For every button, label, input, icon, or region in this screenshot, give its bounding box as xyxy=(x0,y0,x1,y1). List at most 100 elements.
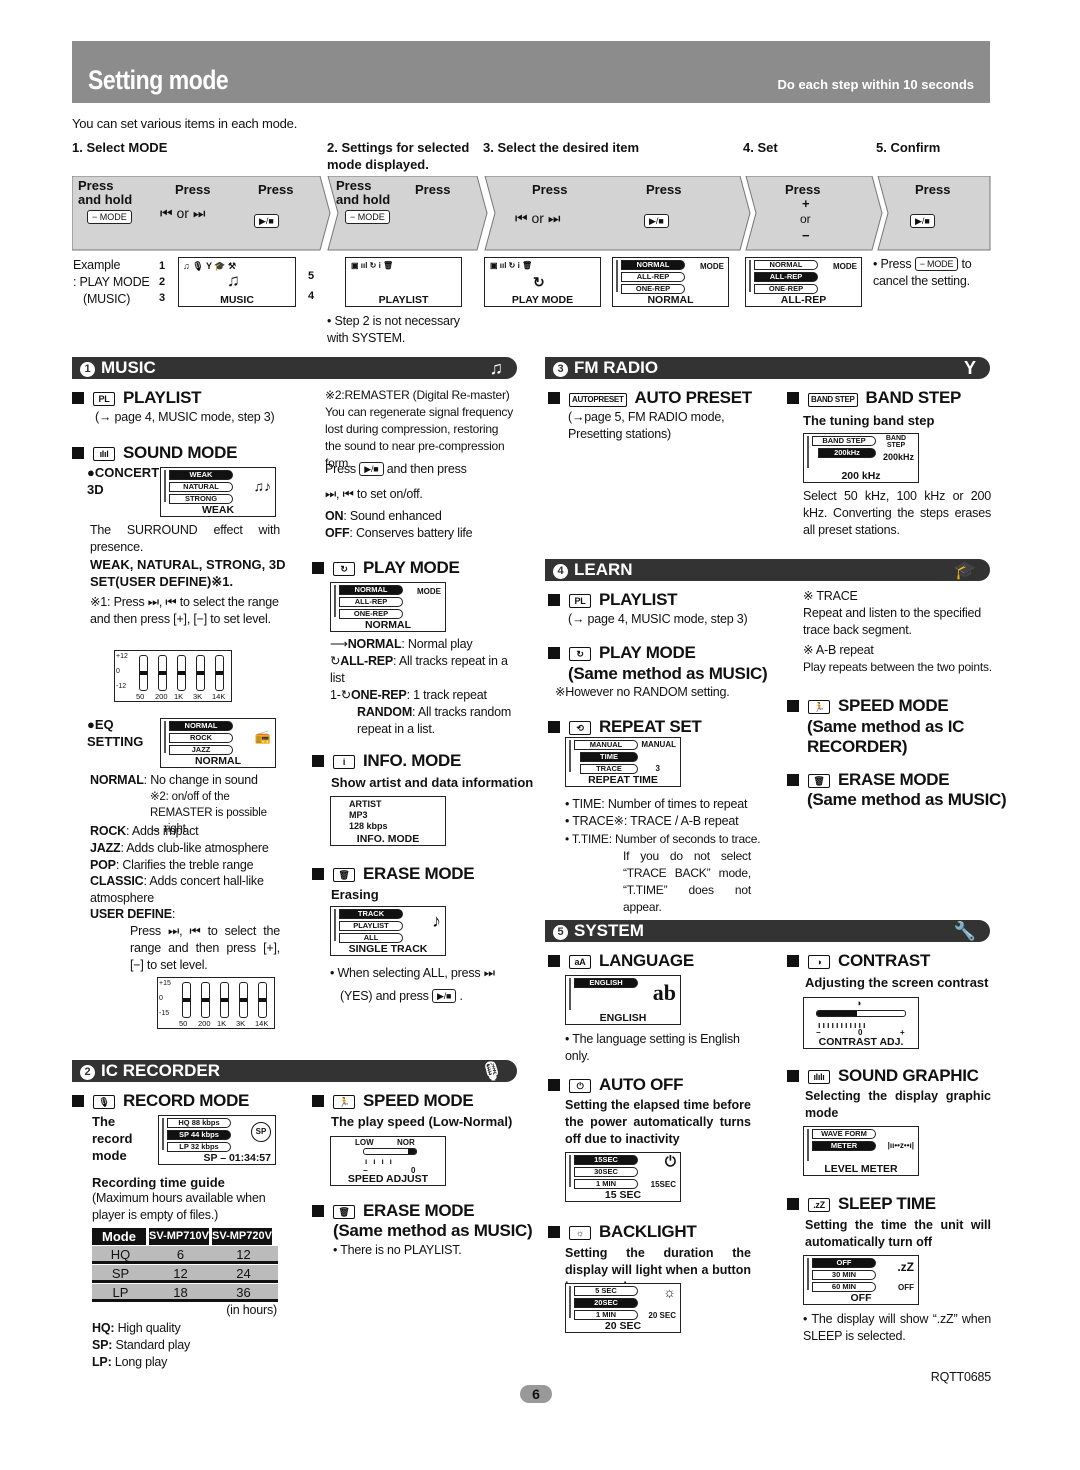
minus-key[interactable]: − xyxy=(802,228,810,243)
trash-icon: 🗑 xyxy=(333,868,355,882)
table-row: LP 18 36 xyxy=(92,1284,278,1302)
playmode-onerep: 1-↻ONE-REP: 1 track repeat xyxy=(330,688,487,702)
ic-speed-heading: 🏃 SPEED MODE xyxy=(312,1091,474,1111)
lcd-sound-graphic: WAVE FORM METER |ıı••z••ı| LEVEL METER xyxy=(803,1126,919,1176)
sleep-time-heading: .zZ SLEEP TIME xyxy=(787,1194,936,1214)
lcd-set: NORMAL ALL-REP ONE-REP MODE NORMAL xyxy=(612,257,729,307)
sound-mode-heading: ılıl SOUND MODE xyxy=(72,443,237,463)
confirm-note: • Press − MODE to cancel the setting. xyxy=(873,257,972,288)
music-playmode-heading: ↻ PLAY MODE xyxy=(312,558,460,578)
plus-key[interactable]: + xyxy=(802,196,810,211)
music-playlist-sub: (→ page 4, MUSIC mode, step 3) xyxy=(95,410,275,424)
section-learn: 4 LEARN 🎓 xyxy=(545,559,990,581)
learn-playlist-heading: PL PLAYLIST xyxy=(548,590,678,610)
press-label: Press xyxy=(258,182,294,197)
user-define-text: Press ⏭, ⏮ to select the range and then … xyxy=(130,924,280,972)
eq-level-label: +12 xyxy=(116,653,128,660)
trash-icon: 🗑 xyxy=(333,1205,355,1219)
music-note-icon: ♫ xyxy=(227,271,240,290)
music-erase-heading: 🗑 ERASE MODE xyxy=(312,864,475,884)
or-label: or xyxy=(800,212,811,226)
language-note: • The language setting is English only. xyxy=(565,1032,740,1063)
repeat-bullet: • TIME: Number of times to repeat xyxy=(565,797,748,811)
eq-rock: ROCK: Adds impact xyxy=(90,824,199,838)
page-title: Setting mode xyxy=(88,65,229,95)
hq-def: HQ: High quality xyxy=(92,1321,181,1335)
press-hold-label: Press and hold xyxy=(78,178,133,207)
eq-level-label: +15 xyxy=(159,980,171,987)
doc-code: RQTT0685 xyxy=(930,1370,991,1384)
auto-preset-heading: AUTOPRESET AUTO PRESET xyxy=(548,388,752,408)
lcd-playlist: ▣ ııl ↻ i 🗑 PLAYLIST xyxy=(345,257,462,307)
callouts-right: 54 xyxy=(308,270,315,302)
lcd-language: ENGLISH ab ENGLISH xyxy=(565,975,681,1025)
power-icon: ⏻ xyxy=(569,1079,591,1093)
contrast-heading: ◑ CONTRAST xyxy=(787,951,930,971)
eq-band-slider xyxy=(201,982,210,1018)
mode-key[interactable]: − MODE xyxy=(345,210,390,224)
lcd-contrast: ◑ ııııııııııı −0 + CONTRAST ADJ. xyxy=(803,997,919,1049)
music-playlist-heading: PL PLAYLIST xyxy=(72,388,202,408)
ic-speed-sub: The play speed (Low-Normal) xyxy=(331,1114,513,1129)
eq-band-slider xyxy=(239,982,248,1018)
prev-next-icon[interactable]: ⏮ or ⏭ xyxy=(515,210,560,227)
table-row: HQ 6 12 xyxy=(92,1246,278,1264)
press-label: Press xyxy=(415,182,451,197)
level-meter-icon: ılılı xyxy=(808,1070,830,1084)
backlight-heading: ☼ BACKLIGHT xyxy=(548,1222,697,1242)
remaster-on: ON: Sound enhanced xyxy=(325,509,442,523)
eq-band-label: 3K xyxy=(236,1019,246,1028)
learn-speed-heading: 🏃 SPEED MODE xyxy=(787,696,949,716)
info-sub: Show artist and data information xyxy=(331,775,534,790)
play-stop-key[interactable]: ▶/■ xyxy=(644,214,669,228)
ic-erase-same: (Same method as MUSIC) xyxy=(333,1221,533,1240)
equalizer-icon: ılıl xyxy=(93,447,115,461)
eq-band-slider xyxy=(220,982,229,1018)
eq-pop: POP: Clarifies the treble range xyxy=(90,858,254,872)
speed-icon: 🏃 xyxy=(333,1095,355,1109)
or-label: or xyxy=(176,205,189,221)
eq-band-label: 200 xyxy=(155,692,168,701)
graduation-cap-icon: 🎓 xyxy=(953,560,976,580)
eq-band-slider xyxy=(215,655,224,691)
eq-band-slider xyxy=(177,655,186,691)
lcd-concert: WEAK NATURAL STRONG ♫♪ WEAK xyxy=(160,467,276,517)
erase-sub: Erasing xyxy=(331,887,379,902)
band-step-icon: BAND STEP xyxy=(808,393,858,407)
table-row: SP 12 24 xyxy=(92,1265,278,1283)
language-icon: aA xyxy=(569,955,591,969)
record-mode-heading: 🎙 RECORD MODE xyxy=(72,1091,249,1111)
playmode-allrep: ↻ALL-REP: All tracks repeat in a list xyxy=(330,654,508,685)
sleep-icon: .zZ xyxy=(808,1198,830,1212)
eq-band-slider xyxy=(258,982,267,1018)
eq-graph-concert: +12 0 -12 50 200 1K 3K 14K xyxy=(114,650,232,702)
eq-setting-label: ●EQ SETTING xyxy=(87,717,144,749)
eq-band-label: 50 xyxy=(136,692,145,701)
mode-key[interactable]: − MODE xyxy=(87,210,132,224)
step-4: 4. Set xyxy=(743,140,778,155)
learn-playlist-sub: (→ page 4, MUSIC mode, step 3) xyxy=(568,612,748,626)
lcd-speed: LOW NOR ıııı −0 SPEED ADJUST xyxy=(330,1136,446,1186)
press-label: Press xyxy=(175,182,211,197)
recording-guide-title: Recording time guide xyxy=(92,1175,225,1190)
learn-playmode-note: ※However no RANDOM setting. xyxy=(555,685,730,699)
page-number: 6 xyxy=(520,1385,552,1403)
table-unit: (in hours) xyxy=(226,1303,277,1317)
recording-guide-sub: (Maximum hours available when player is … xyxy=(92,1191,266,1222)
learn-playmode-same: (Same method as MUSIC) xyxy=(568,664,768,683)
sound-graphic-sub: Selecting the display graphic mode xyxy=(805,1089,991,1120)
step-2: 2. Settings for selected mode displayed. xyxy=(327,140,470,172)
remaster-off: OFF: Conserves battery life xyxy=(325,526,473,540)
section-music: 1 MUSIC ♫ xyxy=(72,357,517,379)
play-stop-key[interactable]: ▶/■ xyxy=(910,214,935,228)
repeat-icon: ↻ xyxy=(333,562,355,576)
eq-user-define: USER DEFINE: xyxy=(90,907,176,921)
prev-next-icon[interactable]: ⏮ or ⏭ xyxy=(160,205,205,222)
record-icon: 🎙 xyxy=(93,1095,115,1109)
intro-text: You can set various items in each mode. xyxy=(72,116,298,131)
lcd-eq: NORMAL ROCK JAZZ 📻 NORMAL xyxy=(160,718,276,768)
band-step-text: Select 50 kHz, 100 kHz or 200 kHz. Conve… xyxy=(803,489,991,537)
play-stop-key[interactable]: ▶/■ xyxy=(254,214,279,228)
lcd-playmode: ▣ ııl ↻ i 🗑 ↻ PLAY MODE xyxy=(484,257,601,307)
speed-level-marker xyxy=(408,1149,416,1154)
